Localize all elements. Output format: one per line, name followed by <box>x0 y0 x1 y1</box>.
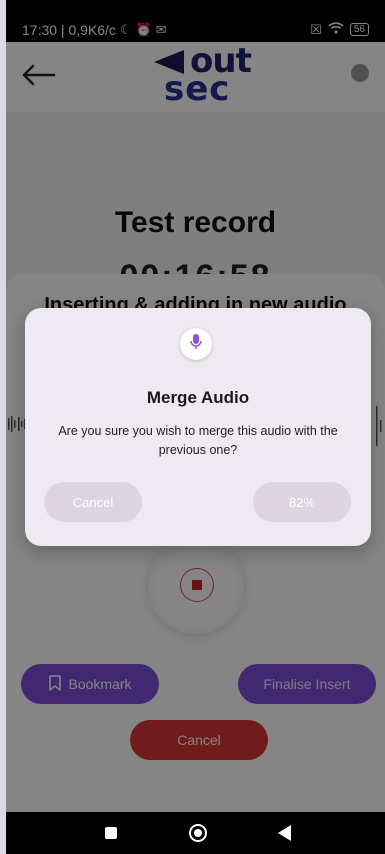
dialog-cancel-button[interactable]: Cancel <box>44 482 142 522</box>
dialog-title: Merge Audio <box>146 388 250 407</box>
system-nav-bar <box>6 812 385 854</box>
mic-badge <box>180 328 212 360</box>
app-screen: 17:30 | 0,9K6/c ☾ ⏰ ✉ ☒ 56 out sec Test … <box>6 0 385 854</box>
recents-icon[interactable] <box>105 827 117 839</box>
microphone-icon <box>190 333 202 355</box>
merge-audio-dialog: Merge Audio Are you sure you wish to mer… <box>25 308 371 546</box>
dialog-message: Are you sure you wish to merge this audi… <box>58 424 338 457</box>
nav-back-icon[interactable] <box>278 825 291 841</box>
home-icon[interactable] <box>189 824 207 842</box>
merge-progress-button[interactable]: 82% <box>253 482 351 522</box>
